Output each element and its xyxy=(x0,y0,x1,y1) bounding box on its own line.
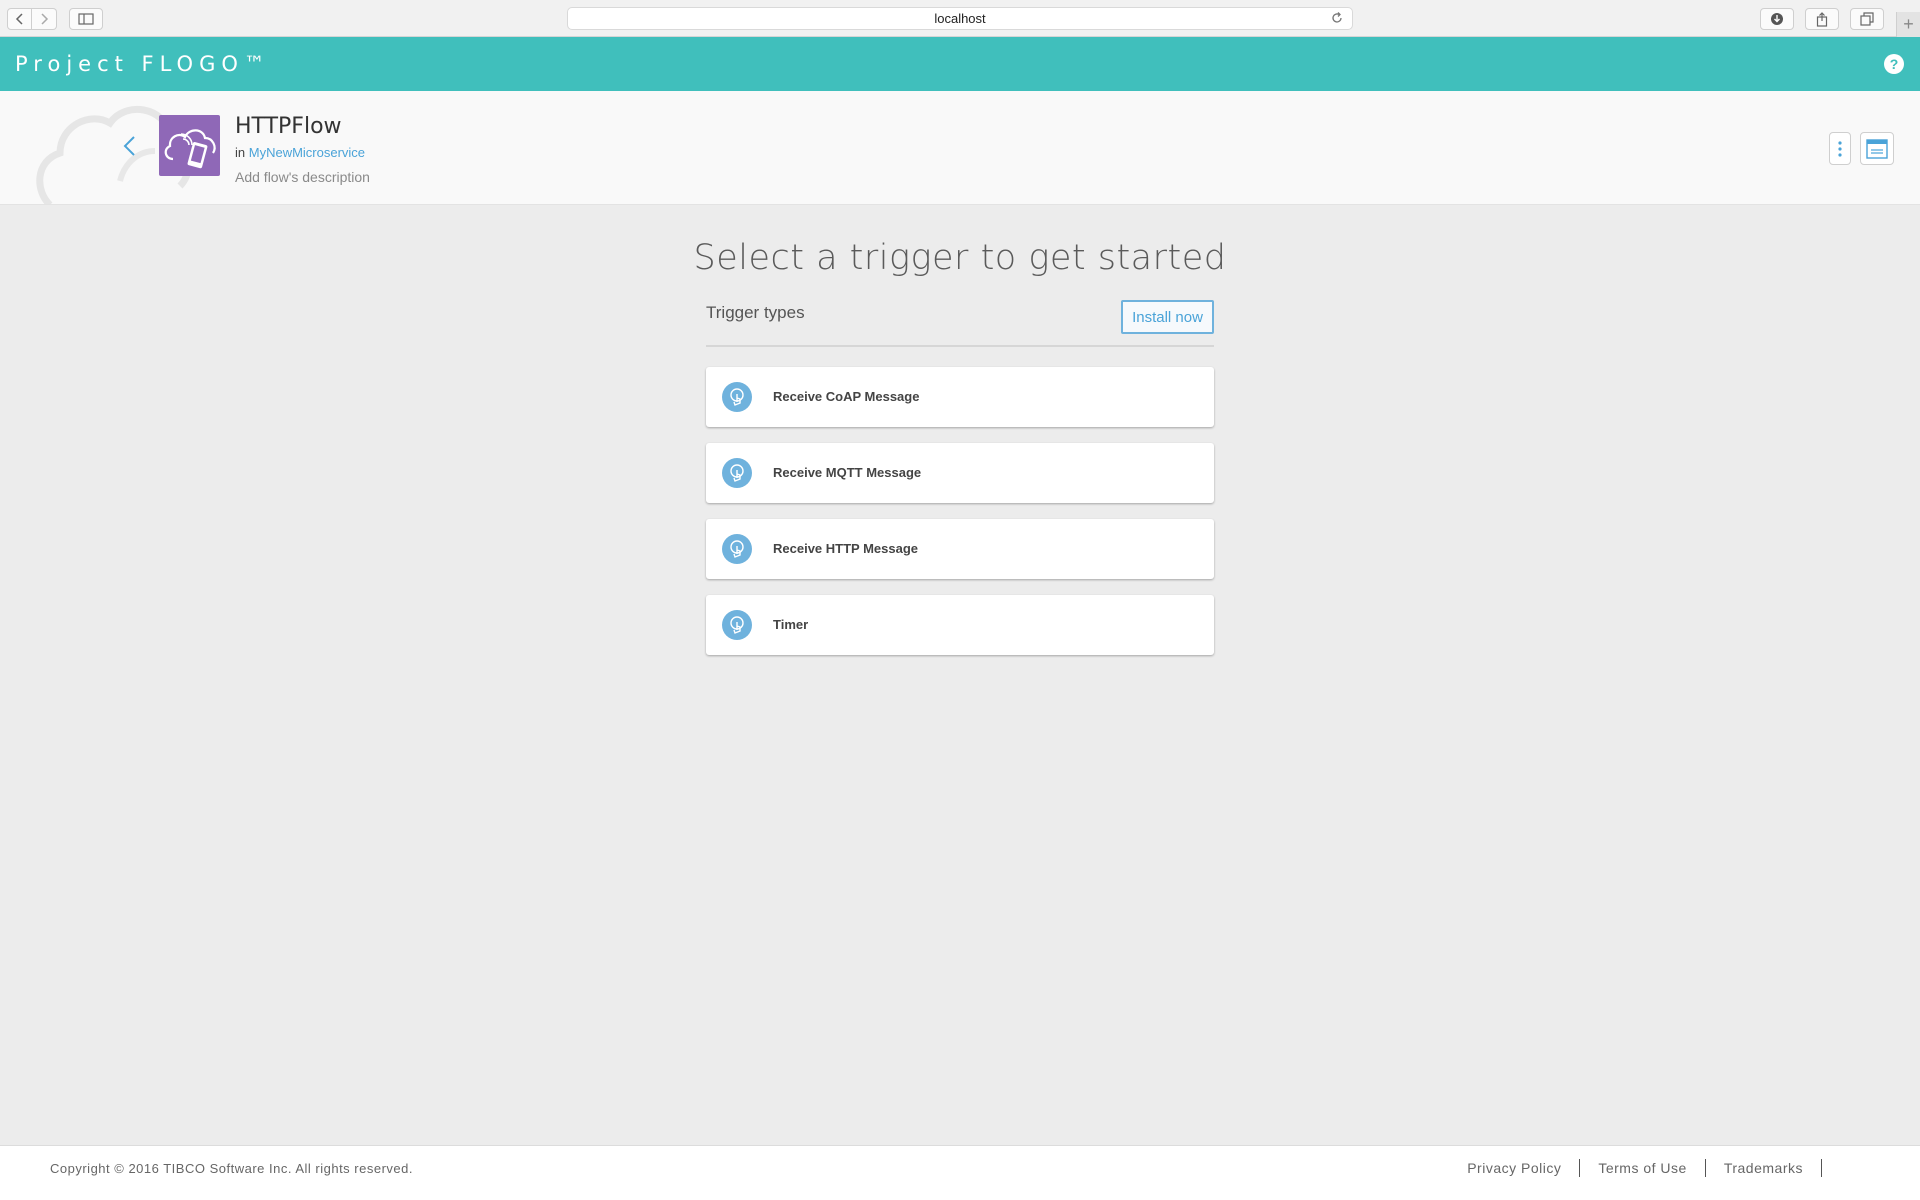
app-header: Project FLOGO™ ? xyxy=(0,37,1920,91)
log-button[interactable] xyxy=(1860,132,1894,165)
app-link[interactable]: MyNewMicroservice xyxy=(249,145,365,160)
sidebar-toggle-button[interactable] xyxy=(69,8,103,30)
chevron-right-icon xyxy=(41,13,49,25)
footer: Copyright © 2016 TIBCO Software Inc. All… xyxy=(0,1145,1920,1200)
trigger-card-timer[interactable]: Timer xyxy=(706,595,1214,655)
share-button[interactable] xyxy=(1805,8,1839,30)
cloud-phone-icon xyxy=(164,129,216,169)
plus-icon: + xyxy=(1903,14,1914,34)
downloads-button[interactable] xyxy=(1760,8,1794,30)
trigger-list: Receive CoAP Message Receive MQTT Messag… xyxy=(706,367,1214,671)
sidebar-icon xyxy=(78,13,94,25)
trigger-label: Receive HTTP Message xyxy=(773,541,918,556)
log-icon xyxy=(1866,138,1888,159)
vertical-dots-icon xyxy=(1838,140,1842,157)
nav-buttons xyxy=(7,8,57,30)
trigger-label: Receive MQTT Message xyxy=(773,465,922,480)
tabs-icon xyxy=(1860,12,1874,26)
trigger-touch-icon xyxy=(722,458,752,488)
back-button[interactable] xyxy=(7,8,32,30)
trigger-card-mqtt[interactable]: Receive MQTT Message xyxy=(706,443,1214,503)
download-icon xyxy=(1771,13,1783,25)
copyright-text: Copyright © 2016 TIBCO Software Inc. All… xyxy=(50,1161,413,1176)
tabs-button[interactable] xyxy=(1850,8,1884,30)
trigger-touch-icon xyxy=(722,610,752,640)
flow-description-field[interactable]: Add flow's description xyxy=(235,169,370,185)
share-icon xyxy=(1816,11,1828,27)
flow-app-line: in MyNewMicroservice xyxy=(235,145,365,160)
back-arrow-icon[interactable] xyxy=(122,135,138,157)
new-tab-button[interactable]: + xyxy=(1896,12,1920,37)
trigger-card-http[interactable]: Receive HTTP Message xyxy=(706,519,1214,579)
brand-logo[interactable]: Project FLOGO™ xyxy=(15,52,271,76)
help-icon: ? xyxy=(1889,56,1899,72)
trigger-label: Timer xyxy=(773,617,809,632)
address-bar[interactable]: localhost xyxy=(567,7,1353,30)
trigger-label: Receive CoAP Message xyxy=(773,389,920,404)
install-now-button[interactable]: Install now xyxy=(1121,300,1214,334)
trigger-types-header: Trigger types Install now xyxy=(706,300,1214,347)
flow-in-label: in xyxy=(235,145,246,160)
privacy-policy-link[interactable]: Privacy Policy xyxy=(1449,1159,1581,1177)
trigger-card-coap[interactable]: Receive CoAP Message xyxy=(706,367,1214,427)
flow-details-bar: HTTPFlow in MyNewMicroservice Add flow's… xyxy=(0,91,1920,205)
trigger-types-label: Trigger types xyxy=(706,303,805,322)
trademarks-link[interactable]: Trademarks xyxy=(1706,1159,1822,1177)
browser-actions xyxy=(1760,8,1884,30)
flow-icon xyxy=(159,115,220,176)
page-title: Select a trigger to get started xyxy=(693,238,1227,278)
reload-icon[interactable] xyxy=(1330,11,1344,28)
browser-toolbar: localhost + xyxy=(0,0,1920,37)
terms-of-use-link[interactable]: Terms of Use xyxy=(1580,1159,1706,1177)
forward-button[interactable] xyxy=(32,8,57,30)
chevron-left-icon xyxy=(15,13,23,25)
flow-name[interactable]: HTTPFlow xyxy=(235,114,342,139)
footer-links: Privacy Policy Terms of Use Trademarks xyxy=(1449,1159,1822,1177)
trigger-touch-icon xyxy=(722,534,752,564)
url-text: localhost xyxy=(934,11,986,26)
trigger-touch-icon xyxy=(722,382,752,412)
more-options-button[interactable] xyxy=(1829,132,1851,165)
help-button[interactable]: ? xyxy=(1884,54,1904,74)
